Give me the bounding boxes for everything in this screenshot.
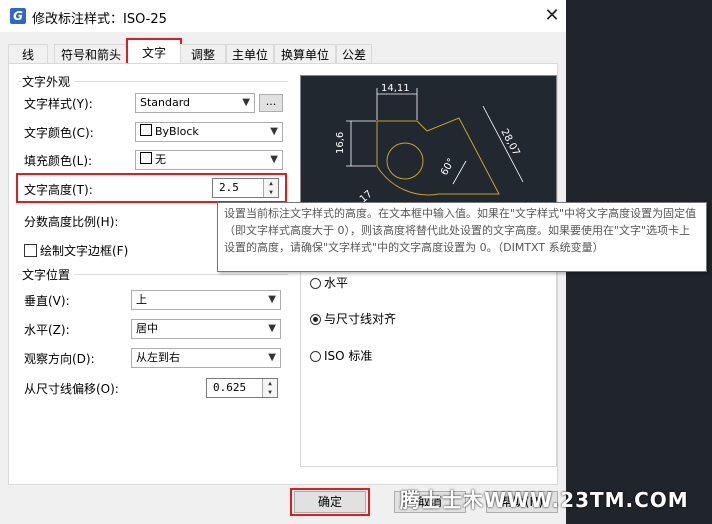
chevron-down-icon: ▼ — [268, 294, 276, 305]
offset-label: 从尺寸线偏移(O): — [24, 382, 119, 396]
preview-pane: 14,11 16,6 28,07 60° 17 — [300, 75, 557, 207]
offset-input[interactable]: 0.625 ▲ ▼ — [206, 378, 278, 398]
tab-symbols-arrows[interactable]: 符号和箭头 — [54, 44, 128, 65]
horizontal-select[interactable]: 居中 ▼ — [131, 319, 281, 339]
placement-group-title: 文字位置 — [22, 266, 75, 283]
text-height-label: 文字高度(T): — [24, 183, 93, 197]
vertical-select[interactable]: 上 ▼ — [131, 290, 281, 310]
vertical-value: 上 — [136, 293, 147, 306]
align-horizontal-option[interactable]: 水平 — [310, 274, 348, 291]
horizontal-label: 水平(Z): — [24, 323, 70, 337]
offset-value: 0.625 — [213, 381, 247, 394]
checkbox-icon[interactable] — [24, 244, 37, 257]
alignment-group — [300, 265, 557, 467]
align-iso-option[interactable]: ISO 标准 — [310, 347, 372, 364]
radio-selected-icon[interactable] — [310, 314, 321, 325]
preview-dim-left: 16,6 — [335, 132, 346, 154]
view-direction-label: 观察方向(D): — [24, 352, 95, 366]
align-horizontal-label: 水平 — [324, 276, 349, 290]
tab-tolerances[interactable]: 公差 — [336, 44, 372, 65]
tab-fit[interactable]: 调整 — [180, 44, 226, 65]
text-height-tooltip: 设置当前标注文字样式的高度。在文本框中输入值。如果在"文字样式"中将文字高度设置… — [217, 202, 707, 272]
text-style-select[interactable]: Standard ▼ — [135, 93, 255, 113]
window-title: 修改标注样式：ISO-25 — [32, 12, 167, 27]
preview-drawing: 14,11 16,6 28,07 60° 17 — [335, 83, 524, 205]
text-style-value: Standard — [140, 96, 191, 109]
align-iso-label: ISO 标准 — [324, 349, 373, 363]
chevron-down-icon: ▼ — [270, 126, 278, 137]
title-bar: G 修改标注样式：ISO-25 ✕ — [0, 0, 566, 32]
watermark: 腾士士木WWW.23TM.COM — [400, 488, 689, 512]
fraction-height-label: 分数高度比例(H): — [24, 215, 119, 229]
text-style-browse-button[interactable]: ... — [259, 94, 283, 112]
fill-color-value: 无 — [155, 153, 166, 166]
appearance-group-title: 文字外观 — [22, 73, 75, 90]
view-direction-select[interactable]: 从左到右 ▼ — [131, 348, 281, 368]
spin-up-icon[interactable]: ▲ — [262, 379, 277, 388]
preview-part-outline — [376, 117, 500, 196]
spin-up-icon[interactable]: ▲ — [263, 179, 278, 188]
spin-down-icon[interactable]: ▼ — [262, 388, 277, 397]
preview-dim-top: 14,11 — [381, 83, 410, 94]
draw-frame-label: 绘制文字边框(F) — [40, 244, 129, 258]
fill-color-label: 填充颜色(L): — [24, 154, 93, 168]
align-dimline-option[interactable]: 与尺寸线对齐 — [310, 310, 396, 327]
vertical-label: 垂直(V): — [24, 294, 70, 308]
preview-hole — [386, 142, 424, 180]
chevron-down-icon: ▼ — [268, 323, 276, 334]
color-swatch-icon — [140, 124, 152, 136]
horizontal-value: 居中 — [136, 322, 158, 335]
draw-frame-checkbox[interactable]: 绘制文字边框(F) — [24, 242, 128, 259]
close-button[interactable]: ✕ — [540, 4, 564, 28]
radio-icon[interactable] — [310, 278, 321, 289]
align-dimline-label: 与尺寸线对齐 — [324, 312, 397, 326]
app-logo-icon: G — [10, 8, 26, 24]
text-height-value: 2.5 — [219, 181, 239, 194]
text-height-input[interactable]: 2.5 ▲ ▼ — [212, 178, 279, 198]
text-style-label: 文字样式(Y): — [24, 97, 93, 111]
text-color-value: ByBlock — [155, 125, 199, 138]
preview-dim-angle: 60° — [439, 157, 457, 178]
fill-swatch-icon — [140, 152, 152, 164]
radio-icon[interactable] — [310, 351, 321, 362]
tab-primary-units[interactable]: 主单位 — [226, 44, 274, 65]
ok-button[interactable]: 确定 — [294, 491, 366, 513]
chevron-down-icon: ▼ — [242, 97, 250, 108]
tab-lines[interactable]: 线 — [8, 44, 48, 65]
text-color-select[interactable]: ByBlock ▼ — [135, 122, 283, 142]
chevron-down-icon: ▼ — [268, 352, 276, 363]
chevron-down-icon: ▼ — [270, 154, 278, 165]
fill-color-select[interactable]: 无 ▼ — [135, 150, 283, 170]
text-color-label: 文字颜色(C): — [24, 126, 94, 140]
view-direction-value: 从左到右 — [136, 351, 180, 364]
spin-down-icon[interactable]: ▼ — [263, 188, 278, 197]
tab-alternate-units[interactable]: 换算单位 — [274, 44, 336, 65]
